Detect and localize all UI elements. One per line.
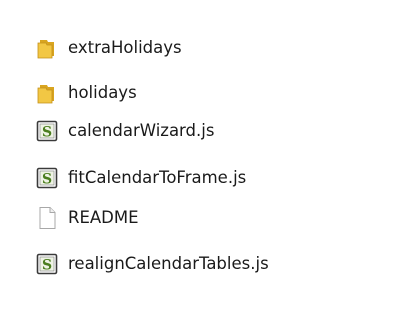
file-name: holidays bbox=[68, 83, 137, 102]
file-name: README bbox=[68, 208, 139, 227]
file-item-holidays[interactable]: holidays bbox=[34, 80, 137, 106]
script-file-icon: S bbox=[34, 118, 60, 144]
folder-icon bbox=[34, 80, 60, 106]
svg-text:S: S bbox=[42, 172, 52, 188]
file-name: fitCalendarToFrame.js bbox=[68, 168, 247, 187]
svg-text:S: S bbox=[42, 125, 52, 141]
svg-text:S: S bbox=[42, 258, 52, 274]
folder-icon bbox=[34, 35, 60, 61]
file-item-readme[interactable]: README bbox=[34, 205, 139, 231]
file-name: calendarWizard.js bbox=[68, 121, 215, 140]
file-list: extraHolidays holidays S calendarWizard.… bbox=[0, 0, 419, 322]
file-item-extraholidays[interactable]: extraHolidays bbox=[34, 35, 182, 61]
file-name: extraHolidays bbox=[68, 38, 182, 57]
script-file-icon: S bbox=[34, 251, 60, 277]
file-name: realignCalendarTables.js bbox=[68, 254, 269, 273]
file-item-calendarwizard[interactable]: S calendarWizard.js bbox=[34, 118, 214, 144]
script-file-icon: S bbox=[34, 165, 60, 191]
file-item-fitcalendartoframe[interactable]: S fitCalendarToFrame.js bbox=[34, 165, 246, 191]
blank-file-icon bbox=[34, 205, 60, 231]
file-item-realigncalendartables[interactable]: S realignCalendarTables.js bbox=[34, 251, 269, 277]
